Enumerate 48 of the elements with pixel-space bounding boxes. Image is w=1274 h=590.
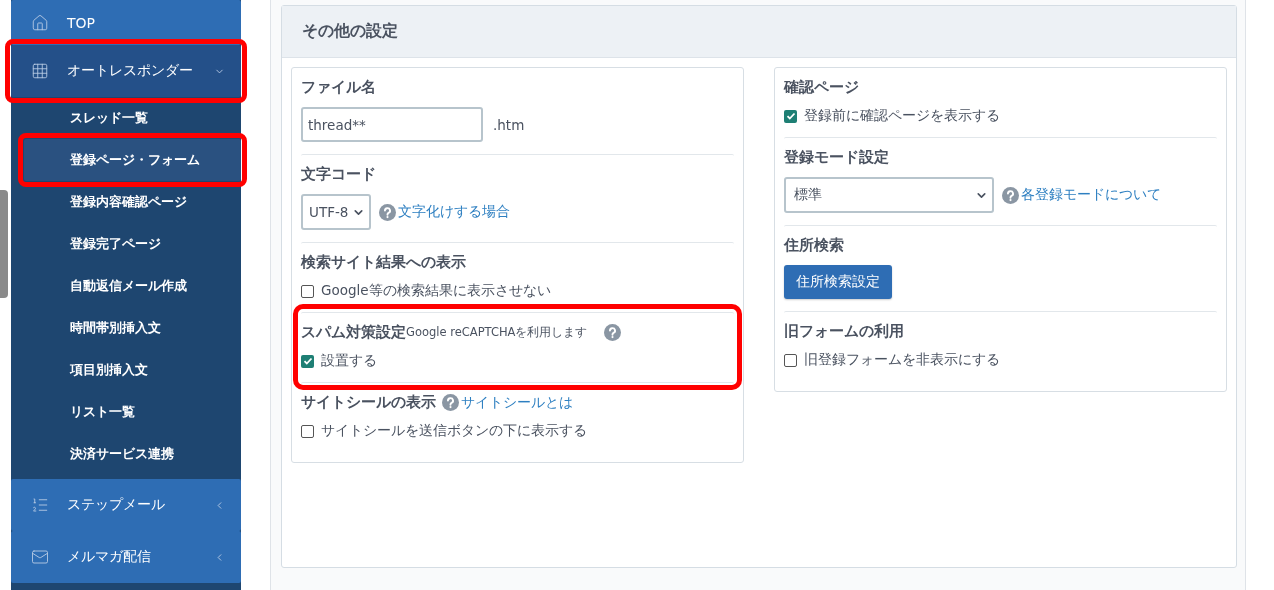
checkbox-label[interactable]: 旧登録フォームを非表示にする	[784, 351, 1217, 369]
checkbox[interactable]	[784, 109, 797, 123]
section-heading: サイトシールの表示	[301, 393, 436, 412]
sidebar-subitem[interactable]: スレッド一覧	[11, 97, 241, 139]
checkbox-label[interactable]: サイトシールを送信ボタンの下に表示する	[301, 422, 734, 440]
checkbox-label[interactable]: 設置する	[301, 352, 734, 370]
checkbox[interactable]	[301, 354, 314, 368]
section-heading: スパム対策設定	[301, 323, 406, 342]
checkbox-label[interactable]: 登録前に確認ページを表示する	[784, 107, 1217, 125]
mail-icon	[31, 548, 49, 566]
section-heading: 住所検索	[784, 236, 844, 255]
sidebar-item[interactable]: TOP	[11, 0, 241, 45]
extension-label: .htm	[493, 116, 525, 133]
sidebar-item[interactable]: メルマガ配信	[11, 531, 241, 583]
sidebar-subitem[interactable]: 時間帯別挿入文	[11, 307, 241, 349]
section-note: Google reCAPTCHAを利用します	[406, 325, 588, 339]
sidebar-subitem[interactable]: 決済サービス連携	[11, 433, 241, 475]
help-icon	[442, 394, 459, 411]
sidebar-item[interactable]: ステップメール	[11, 479, 241, 531]
checkbox[interactable]	[301, 284, 314, 298]
grid-icon	[31, 62, 49, 80]
section-heading: 登録モード設定	[784, 148, 889, 167]
address-search-button[interactable]: 住所検索設定	[784, 265, 892, 299]
section-heading: 文字コード	[301, 165, 376, 184]
checkbox[interactable]	[301, 424, 314, 438]
sidebar-subitem[interactable]: リスト一覧	[11, 391, 241, 433]
sidebar-subitem[interactable]: 項目別挿入文	[11, 349, 241, 391]
help-icon	[379, 203, 396, 221]
file-name-field[interactable]: thread**	[301, 107, 483, 142]
checkbox-label[interactable]: Google等の検索結果に表示させない	[301, 282, 734, 300]
card-title: その他の設定	[282, 6, 1236, 58]
checkbox[interactable]	[784, 353, 797, 367]
section-heading: 検索サイト結果への表示	[301, 253, 466, 272]
sidebar-subitem[interactable]: 自動返信メール作成	[11, 265, 241, 307]
sidebar-subitem[interactable]: 登録完了ページ	[11, 223, 241, 265]
help-link[interactable]: 各登録モードについて	[1021, 186, 1161, 204]
sidebar-subitem[interactable]: 登録内容確認ページ	[11, 181, 241, 223]
section-heading: 確認ページ	[784, 78, 859, 97]
section-heading: ファイル名	[301, 78, 376, 97]
select-field[interactable]: 標準	[784, 177, 994, 213]
help-link[interactable]: サイトシールとは	[461, 393, 573, 412]
home-icon	[31, 13, 49, 32]
section-heading: 旧フォームの利用	[784, 322, 904, 341]
numbered-list-icon	[31, 496, 49, 514]
help-icon	[1002, 186, 1019, 204]
select-field[interactable]: UTF-8	[301, 194, 371, 230]
help-link[interactable]: 文字化けする場合	[398, 203, 510, 221]
scrollbar-thumb[interactable]	[0, 190, 8, 298]
